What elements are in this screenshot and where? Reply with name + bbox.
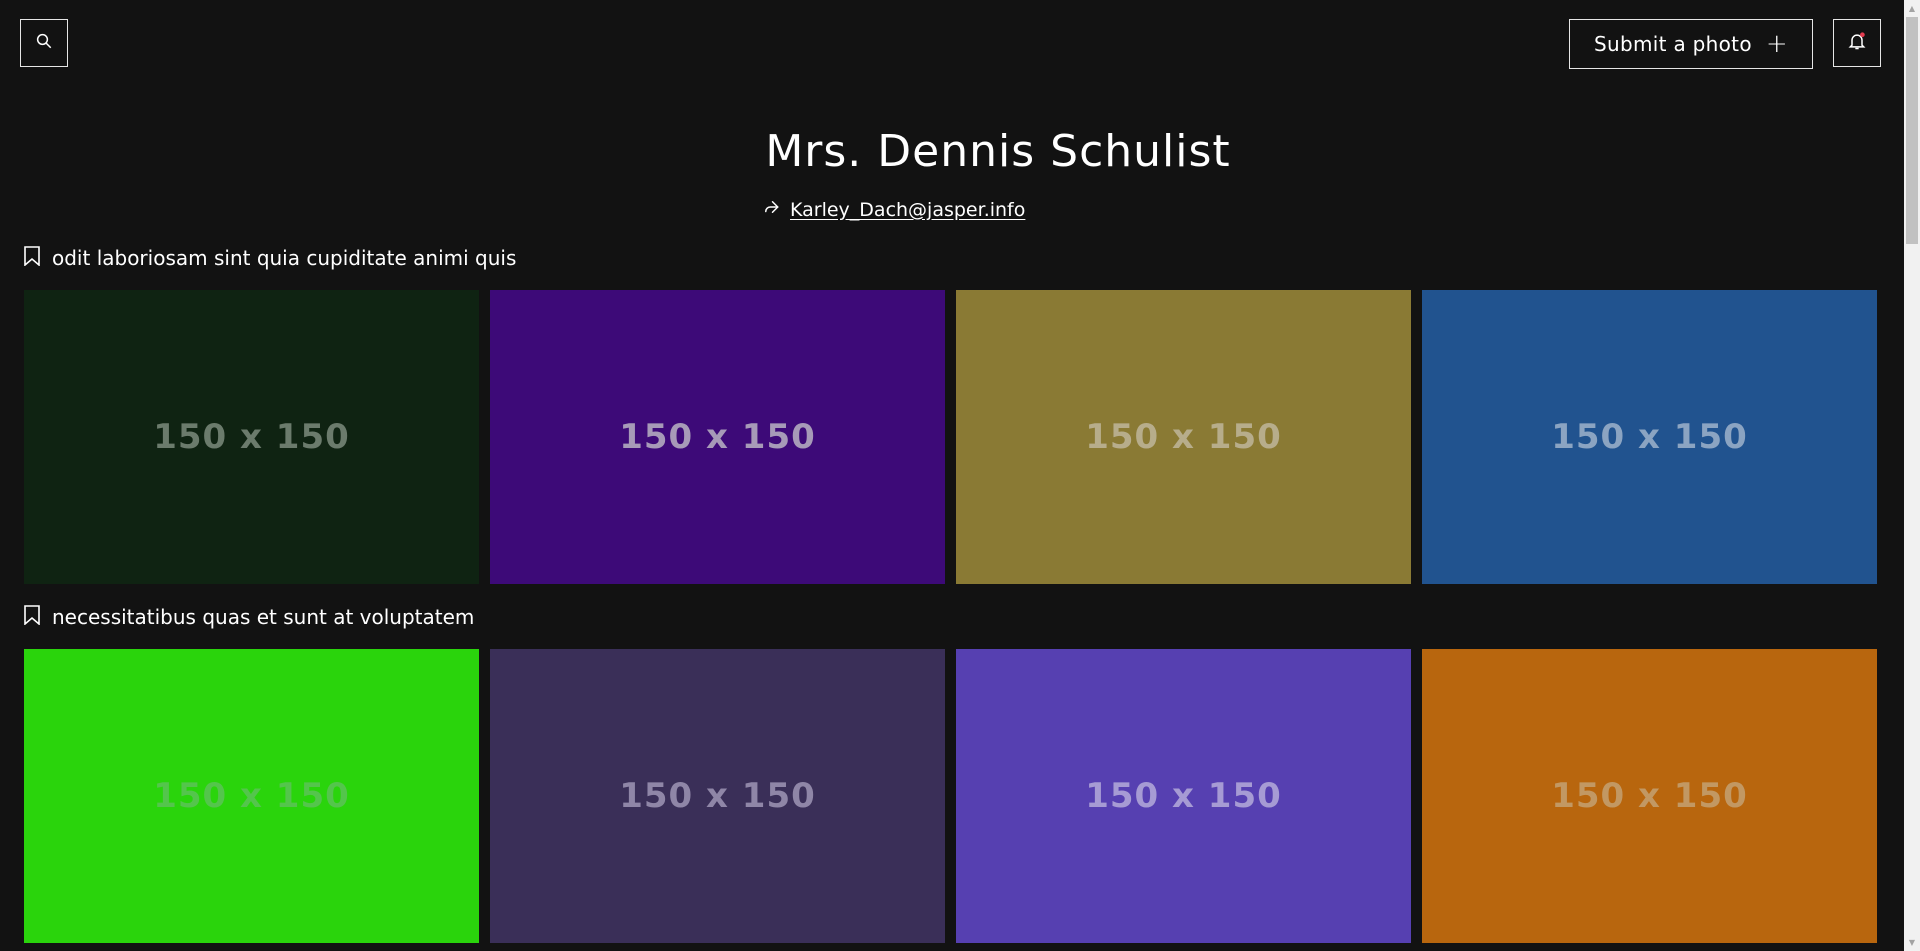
bell-icon	[1847, 31, 1867, 55]
plus-icon: +	[1765, 29, 1788, 59]
photo-placeholder-label: 150 x 150	[619, 417, 816, 457]
submit-photo-label: Submit a photo	[1594, 32, 1752, 56]
profile-email-link[interactable]: Karley_Dach@jasper.info	[790, 199, 1025, 221]
photo-placeholder-label: 150 x 150	[1085, 776, 1282, 816]
search-button[interactable]	[20, 19, 68, 67]
photo-card[interactable]: 150 x 150	[1422, 649, 1877, 943]
collection-header[interactable]: necessitatibus quas et sunt at voluptate…	[24, 603, 1879, 631]
photo-card[interactable]: 150 x 150	[490, 649, 945, 943]
share-arrow-icon	[762, 198, 780, 221]
photo-card[interactable]: 150 x 150	[24, 290, 479, 584]
profile-contact: Karley_Dach@jasper.info	[762, 198, 1025, 221]
photo-placeholder-label: 150 x 150	[153, 776, 350, 816]
collection-title: necessitatibus quas et sunt at voluptate…	[52, 605, 475, 629]
submit-photo-button[interactable]: Submit a photo +	[1569, 19, 1813, 69]
photo-card[interactable]: 150 x 150	[956, 649, 1411, 943]
photo-placeholder-label: 150 x 150	[619, 776, 816, 816]
photo-placeholder-label: 150 x 150	[153, 417, 350, 457]
bookmark-icon	[24, 245, 40, 271]
profile-name: Mrs. Dennis Schulist	[765, 126, 1231, 177]
collection-section: odit laboriosam sint quia cupiditate ani…	[24, 244, 1879, 584]
photo-card[interactable]: 150 x 150	[956, 290, 1411, 584]
notifications-button[interactable]	[1833, 19, 1881, 67]
photo-card[interactable]: 150 x 150	[24, 649, 479, 943]
photo-placeholder-label: 150 x 150	[1085, 417, 1282, 457]
photo-placeholder-label: 150 x 150	[1551, 417, 1748, 457]
collection-title: odit laboriosam sint quia cupiditate ani…	[52, 246, 517, 270]
bookmark-icon	[24, 604, 40, 630]
scroll-down-arrow-icon[interactable]: ▼	[1904, 934, 1920, 951]
photo-grid: 150 x 150 150 x 150 150 x 150 150 x 150	[24, 290, 1879, 584]
search-icon	[35, 32, 53, 54]
collection-section: necessitatibus quas et sunt at voluptate…	[24, 603, 1879, 943]
collection-header[interactable]: odit laboriosam sint quia cupiditate ani…	[24, 244, 1879, 272]
photo-placeholder-label: 150 x 150	[1551, 776, 1748, 816]
photo-grid: 150 x 150 150 x 150 150 x 150 150 x 150	[24, 649, 1879, 943]
vertical-scrollbar[interactable]: ▲ ▼	[1904, 0, 1920, 951]
top-bar: Submit a photo +	[0, 0, 1904, 88]
scrollbar-thumb[interactable]	[1906, 17, 1918, 244]
photo-card[interactable]: 150 x 150	[490, 290, 945, 584]
photo-card[interactable]: 150 x 150	[1422, 290, 1877, 584]
profile-page: Submit a photo + Mrs. Dennis Schulist Ka…	[0, 0, 1904, 951]
scroll-up-arrow-icon[interactable]: ▲	[1904, 0, 1920, 17]
